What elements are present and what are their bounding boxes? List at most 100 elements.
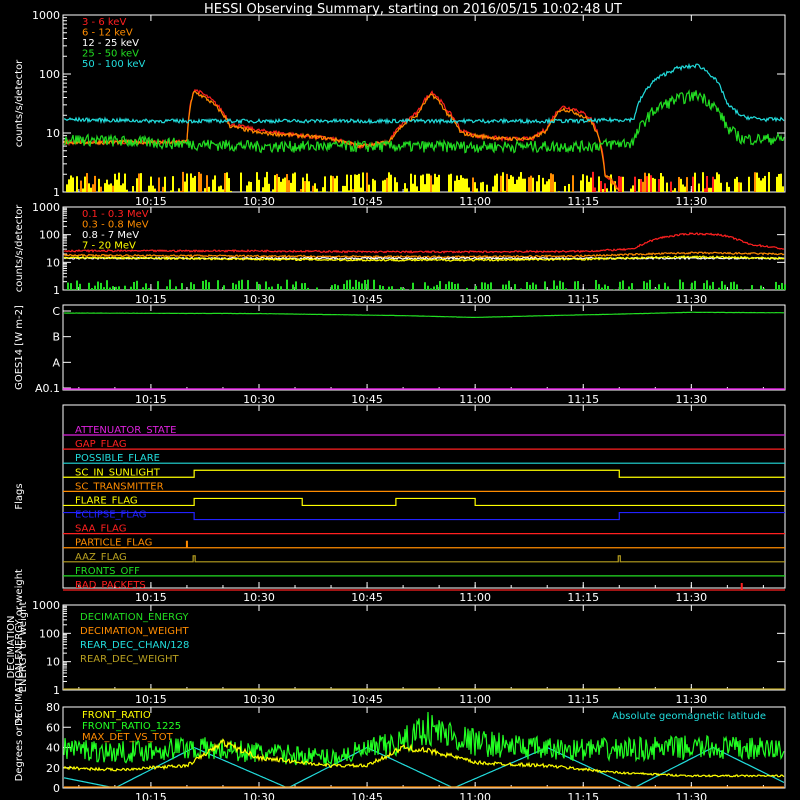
attenuator-bar [764, 175, 766, 192]
high-energy-bar [439, 281, 441, 290]
attenuator-bar [432, 184, 434, 192]
low-energy-legend-entry: 12 - 25 keV [82, 38, 139, 49]
low-energy-xtick-label: 10:30 [243, 195, 275, 208]
high-energy-bar [532, 282, 534, 290]
high-energy-bar [295, 281, 297, 290]
attenuator-bar [120, 185, 122, 192]
flag-label: ECLIPSE_FLAG [75, 510, 146, 521]
attenuator-bar [332, 176, 334, 192]
high-energy-bar [448, 281, 450, 290]
attenuator-bar [112, 185, 114, 192]
high-energy-bar [484, 282, 486, 290]
attenuator-bar [552, 174, 554, 192]
attenuator-bar [510, 175, 512, 192]
high-energy-bar [577, 281, 579, 290]
ratios-legend-entry: FRONT_RATIO_1225 [82, 721, 181, 732]
attenuator-bar [494, 175, 496, 192]
goes-ylabel: GOES14 [W m-2] [14, 305, 25, 390]
high-energy-bar [622, 280, 624, 290]
high-energy-bar [265, 281, 267, 290]
attenuator-bar [152, 185, 154, 192]
attenuator-bar [420, 175, 422, 192]
attenuator-bar [172, 176, 174, 192]
flag-label: POSSIBLE_FLARE [75, 453, 160, 464]
attenuator-bar [780, 173, 782, 192]
high-energy-bar [355, 279, 357, 290]
high-energy-bar [379, 285, 381, 290]
ratios-ytick-label: 40 [46, 742, 60, 755]
flags-xtick-label: 10:45 [351, 591, 383, 604]
flag-label: ATTENUATOR_STATE [75, 425, 176, 436]
high-energy-bar [466, 287, 468, 290]
high-energy-bar [289, 289, 291, 290]
high-energy-bar [679, 279, 681, 290]
attenuator-bar [410, 173, 412, 192]
goes-xtick-label: 11:00 [459, 393, 491, 406]
attenuator-bar [658, 179, 660, 192]
attenuator-bar [460, 175, 462, 192]
attenuator-bar [518, 176, 520, 192]
attenuator-bar [778, 174, 780, 192]
attenuator-bar [474, 182, 476, 192]
high-energy-xtick-label: 10:15 [135, 293, 167, 306]
high-energy-bar [526, 281, 528, 290]
attenuator-bar [216, 191, 218, 192]
flags-ylabel: Flags [14, 483, 25, 509]
attenuator-bar [304, 181, 306, 192]
high-energy-bar [598, 284, 600, 290]
high-energy-bar [316, 287, 318, 290]
decimation-xtick-label: 11:30 [675, 693, 707, 706]
attenuator-bar [718, 174, 720, 192]
attenuator-bar [350, 174, 352, 192]
low-energy-ytick-label: 1000 [32, 9, 60, 22]
attenuator-bar [462, 177, 464, 192]
flag-label: BAD_PACKETS [75, 580, 146, 591]
high-energy-bar [481, 282, 483, 290]
attenuator-bar [320, 191, 322, 192]
high-energy-xtick-label: 10:45 [351, 293, 383, 306]
attenuator-bar [200, 173, 202, 192]
attenuator-bar [530, 175, 532, 192]
high-energy-bar [388, 286, 390, 290]
attenuator-bar [532, 177, 534, 192]
high-energy-bar [70, 283, 72, 290]
attenuator-bar [272, 189, 274, 192]
hessi-summary-chart: HESSI Observing Summary, starting on 201… [0, 0, 800, 800]
high-energy-bar [286, 279, 288, 290]
ratios-xtick-label: 11:15 [567, 791, 599, 800]
attenuator-bar [740, 182, 742, 192]
attenuator-bar [94, 175, 96, 192]
attenuator-bar [198, 172, 200, 192]
high-energy-bar [232, 282, 234, 290]
attenuator-bar [266, 171, 268, 192]
attenuator-bar [148, 185, 150, 192]
attenuator-bar [222, 189, 224, 192]
attenuator-bar [694, 172, 696, 192]
attenuator-bar [760, 180, 762, 192]
high-energy-bar [271, 286, 273, 290]
decimation-ytick-label: 1 [53, 684, 60, 697]
attenuator-bar [386, 177, 388, 192]
attenuator-bar [224, 173, 226, 192]
attenuator-bar [736, 176, 738, 192]
attenuator-bar [104, 183, 106, 192]
high-energy-bar [490, 282, 492, 290]
attenuator-bar [396, 182, 398, 192]
ratios-ylabel: Degrees or % [14, 714, 25, 782]
attenuator-bar [344, 185, 346, 192]
attenuator-bar [262, 187, 264, 192]
ratios-xtick-label: 11:30 [675, 791, 707, 800]
high-energy-bar [205, 279, 207, 290]
flags-xtick-label: 10:30 [243, 591, 275, 604]
decimation-ytick-label: 1000 [32, 599, 60, 612]
attenuator-bar [654, 178, 656, 192]
high-energy-bar [628, 286, 630, 290]
attenuator-bar [680, 178, 682, 192]
high-energy-bar [667, 286, 669, 290]
high-energy-xtick-label: 11:15 [567, 293, 599, 306]
high-energy-xtick-label: 11:00 [459, 293, 491, 306]
high-energy-bar [514, 284, 516, 290]
high-energy-bar [73, 288, 75, 290]
attenuator-bar [712, 176, 714, 192]
goes-xtick-label: 11:15 [567, 393, 599, 406]
